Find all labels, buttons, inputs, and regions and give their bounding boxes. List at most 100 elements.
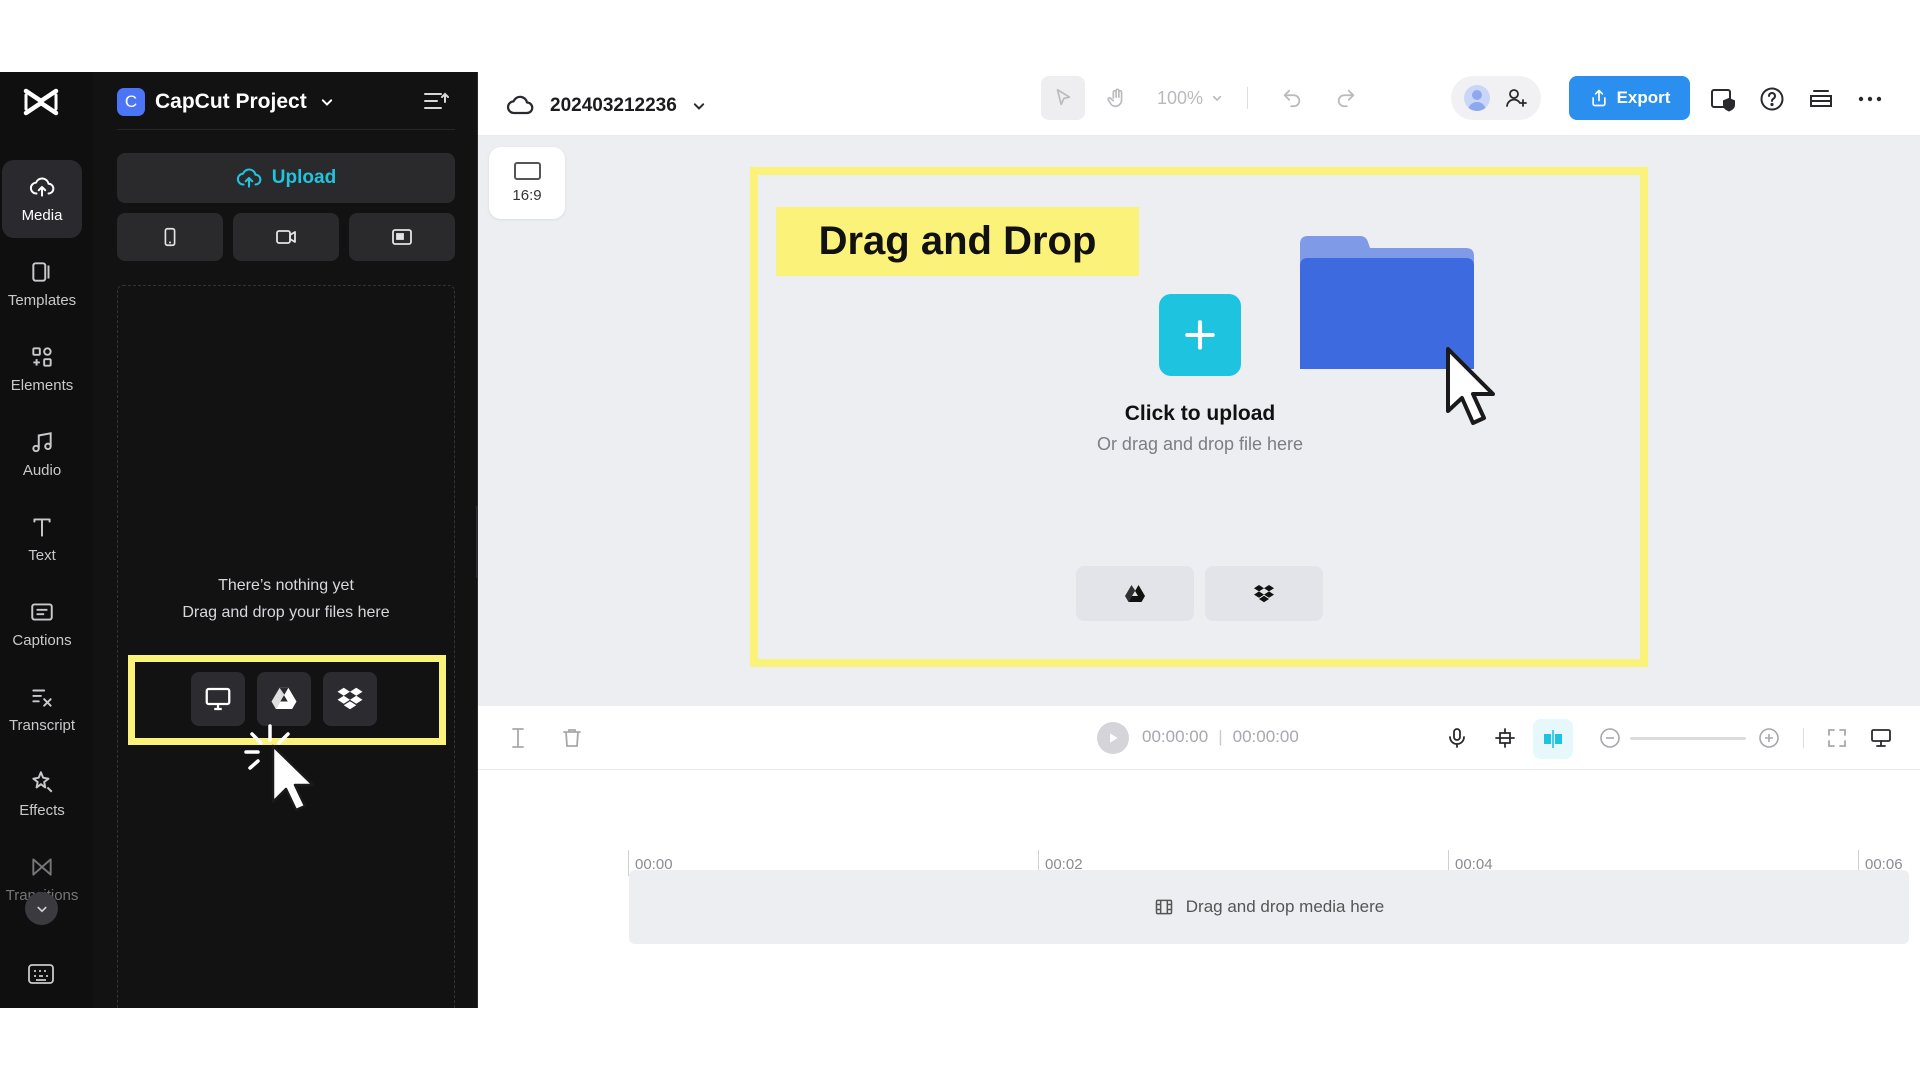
drag-and-drop-label: Drag and Drop [776,207,1139,276]
fit-timeline-icon[interactable] [1825,726,1849,750]
transcript-icon [32,689,52,707]
select-tool-button[interactable] [1041,76,1085,120]
chevron-down-icon [321,99,332,106]
google-drive-icon [271,687,297,709]
cloud-icon [506,95,534,115]
capcut-logo-icon[interactable] [21,82,61,122]
record-screen-button[interactable] [349,213,455,261]
undo-icon [1283,89,1301,108]
film-icon [1155,899,1173,915]
delete-icon[interactable] [560,726,584,750]
timeline-zoom-slider[interactable] [1630,737,1746,740]
sidebar-item-label: Captions [12,632,72,649]
sidebar-item-text[interactable]: Text [2,500,82,578]
music-note-icon [32,432,52,453]
zoom-value: 100% [1157,87,1204,108]
sidebar-item-captions[interactable]: Captions [2,585,82,663]
aspect-ratio-button[interactable]: 16:9 [489,147,565,219]
time-separator: | [1218,727,1223,746]
undo-button[interactable] [1270,76,1314,120]
zoom-out-icon[interactable] [1598,726,1622,750]
sidebar-item-templates[interactable]: Templates [2,245,82,323]
hand-tool-button[interactable] [1095,76,1139,120]
add-media-button[interactable] [1159,294,1241,376]
timeline-toolbar: 00:00:00 | 00:00:00 [478,706,1920,770]
sidebar-item-transcript[interactable]: Transcript [2,670,82,748]
chevron-down-icon [36,906,47,912]
canvas-area: 16:9 Drag and Drop Click to upload Or dr… [478,136,1920,706]
google-drive-icon [1125,584,1145,602]
chevron-down-icon [693,103,704,110]
computer-icon [205,687,231,711]
export-label: Export [1616,88,1671,107]
avatar [1464,85,1490,111]
click-to-upload-text[interactable]: Click to upload [1050,402,1350,426]
timeline-drop-zone[interactable]: Drag and drop media here [629,870,1909,944]
auto-caption-icon[interactable] [1493,726,1517,750]
sidebar-item-label: Elements [10,377,74,394]
play-button[interactable] [1097,722,1129,754]
empty-state-hint: Drag and drop your files here [182,604,390,621]
cloud-upload-icon [236,168,262,188]
divider [117,129,455,130]
split-cursor-icon[interactable] [506,726,530,750]
drop-media-label: Drag and drop media here [1185,897,1385,916]
shield-card-icon[interactable] [1710,86,1736,112]
canvas-tools: 100% [1041,76,1368,120]
media-drop-area[interactable] [117,285,455,1008]
top-bar: 202403212236 100% Export [478,72,1920,136]
sidebar-item-label: Audio [22,462,62,479]
templates-icon [32,262,50,282]
elements-icon [32,347,52,367]
pointer-icon [1056,88,1071,106]
magnet-snap-button[interactable] [1533,719,1573,759]
project-menu[interactable]: C CapCut Project [117,82,337,122]
export-button[interactable]: Export [1569,76,1690,120]
zoom-select[interactable]: 100% [1157,88,1225,109]
media-panel: C CapCut Project Upload There’s nothing … [93,72,478,1008]
text-icon [33,518,51,537]
divider [1247,87,1249,109]
keyboard-shortcuts-icon[interactable] [27,963,55,985]
captions-icon [31,603,53,621]
current-time: 00:00:00 [1142,727,1209,746]
sidebar-item-media[interactable]: Media [2,160,82,238]
empty-state-title: There’s nothing yet [218,577,354,594]
collaborators[interactable] [1451,76,1541,120]
expand-more-button[interactable] [25,892,58,925]
zoom-in-icon[interactable] [1757,726,1781,750]
add-user-icon [1506,89,1527,107]
aspect-ratio-icon [513,162,541,180]
sidebar-item-audio[interactable]: Audio [2,415,82,493]
dropbox-icon [337,687,363,710]
dropbox-button[interactable] [1205,566,1323,621]
layers-icon[interactable] [1808,86,1834,112]
plus-icon [1185,320,1215,350]
more-options-icon[interactable] [1857,86,1883,112]
cloud-upload-icon [29,177,55,197]
screen-record-icon [392,229,412,245]
total-time: 00:00:00 [1232,727,1299,746]
sidebar-item-label: Effects [19,802,65,819]
snap-icon [1544,730,1562,748]
play-icon [1110,733,1118,743]
phone-upload-button[interactable] [117,213,223,261]
sort-menu-icon[interactable] [423,90,449,112]
divider [1803,728,1804,748]
chevron-down-icon [1212,95,1222,102]
display-settings-icon[interactable] [1869,726,1893,750]
dropbox-icon [1254,584,1274,602]
sidebar-item-label: Text [28,547,56,564]
microphone-icon[interactable] [1445,726,1469,750]
sidebar-item-effects[interactable]: Effects [2,755,82,833]
redo-button[interactable] [1324,76,1368,120]
upload-button[interactable]: Upload [117,153,455,203]
help-icon[interactable] [1759,86,1785,112]
sidebar-item-elements[interactable]: Elements [2,330,82,408]
record-camera-button[interactable] [233,213,339,261]
google-drive-button[interactable] [1076,566,1194,621]
redo-icon [1337,89,1355,108]
click-cursor-icon [230,712,350,812]
project-name-menu[interactable]: 202403212236 [506,92,709,120]
upload-label: Upload [271,167,337,188]
